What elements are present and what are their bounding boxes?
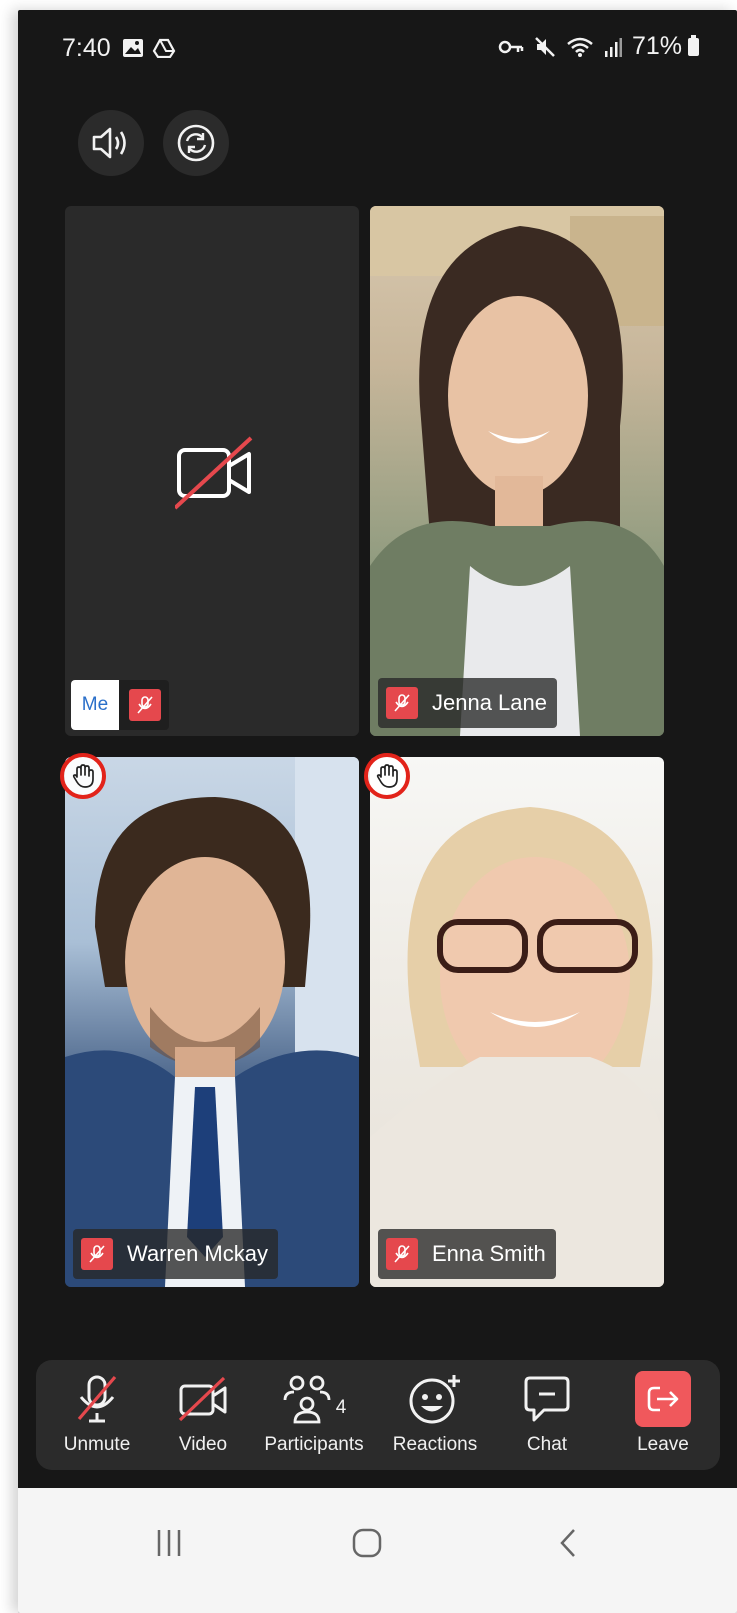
camera-off-icon [178,1376,227,1422]
raised-hand-icon [376,764,398,788]
mic-off-icon [89,1245,105,1263]
participant-tile-enna-smith[interactable]: Enna Smith [370,757,664,1287]
system-navigation-bar [18,1488,737,1613]
raised-hand-badge-warren [60,753,106,799]
video-button[interactable]: Video [148,1368,258,1456]
participants-icon [283,1375,331,1424]
participant-video-feed [370,206,664,736]
chat-icon [524,1376,570,1422]
mic-muted-badge [81,1238,113,1270]
video-label: Video [178,1434,228,1455]
battery-percent: 71% [631,32,682,60]
mic-off-icon [394,1245,410,1263]
participant-name: Enna Smith [432,1241,546,1266]
leave-icon [647,1386,679,1412]
signal-icon [604,37,622,57]
mic-muted-badge [386,1238,418,1270]
mic-muted-badge [386,687,418,719]
leave-icon-box [635,1371,691,1427]
participant-name: Jenna Lane [432,690,547,715]
meeting-toolbar: Unmute Video 4 Participants Reactions Ch… [36,1360,720,1470]
switch-camera-button[interactable] [163,110,229,176]
home-icon[interactable] [352,1528,382,1558]
meeting-screen: 7:40 71% Me Jenna Lane Warren Mckay Enna… [18,10,737,1613]
participants-label: Participants [264,1434,364,1455]
reactions-icon [409,1375,460,1424]
unmute-label: Unmute [63,1434,131,1455]
mic-off-icon [394,694,410,712]
mute-icon [535,36,555,57]
mic-muted-badge [129,689,161,721]
me-name-tag: Me [71,680,169,730]
leave-button[interactable]: Leave [608,1368,718,1456]
name-tag-enna-smith: Enna Smith [378,1229,556,1279]
status-time: 7:40 [62,34,111,62]
raised-hand-badge-enna [364,753,410,799]
wifi-icon [567,37,593,57]
mic-off-icon [137,696,153,714]
participant-name: Warren Mckay [127,1241,268,1266]
recent-apps-icon[interactable] [154,1528,184,1558]
back-icon[interactable] [554,1528,584,1558]
mic-off-icon [77,1375,117,1423]
camera-off-icon [175,436,253,510]
reactions-button[interactable]: Reactions [380,1368,490,1456]
participant-tile-jenna-lane[interactable]: Jenna Lane [370,206,664,736]
participant-video-feed [370,807,664,1287]
participant-video-feed [65,757,359,1287]
me-label: Me [71,680,119,730]
participants-count: 4 [335,1397,347,1418]
status-icons-left [122,38,176,58]
name-tag-jenna-lane: Jenna Lane [378,678,557,728]
speaker-icon [92,127,126,159]
participant-tile-warren-mckay[interactable]: Warren Mckay [65,757,359,1287]
image-icon [123,39,143,57]
participant-tile-me[interactable]: Me [65,206,359,736]
participants-button[interactable]: 4 Participants [254,1368,374,1456]
battery-icon [688,34,699,56]
name-tag-warren-mckay: Warren Mckay [73,1229,278,1279]
drive-icon [152,38,176,58]
unmute-button[interactable]: Unmute [42,1368,152,1456]
leave-label: Leave [637,1434,689,1455]
status-icons-right: 71% [498,32,699,61]
speaker-button[interactable] [78,110,144,176]
reactions-label: Reactions [392,1434,478,1455]
chat-label: Chat [526,1434,568,1455]
raised-hand-icon [72,764,94,788]
switch-camera-icon [177,124,215,162]
vpn-key-icon [498,40,524,53]
chat-button[interactable]: Chat [502,1368,592,1456]
